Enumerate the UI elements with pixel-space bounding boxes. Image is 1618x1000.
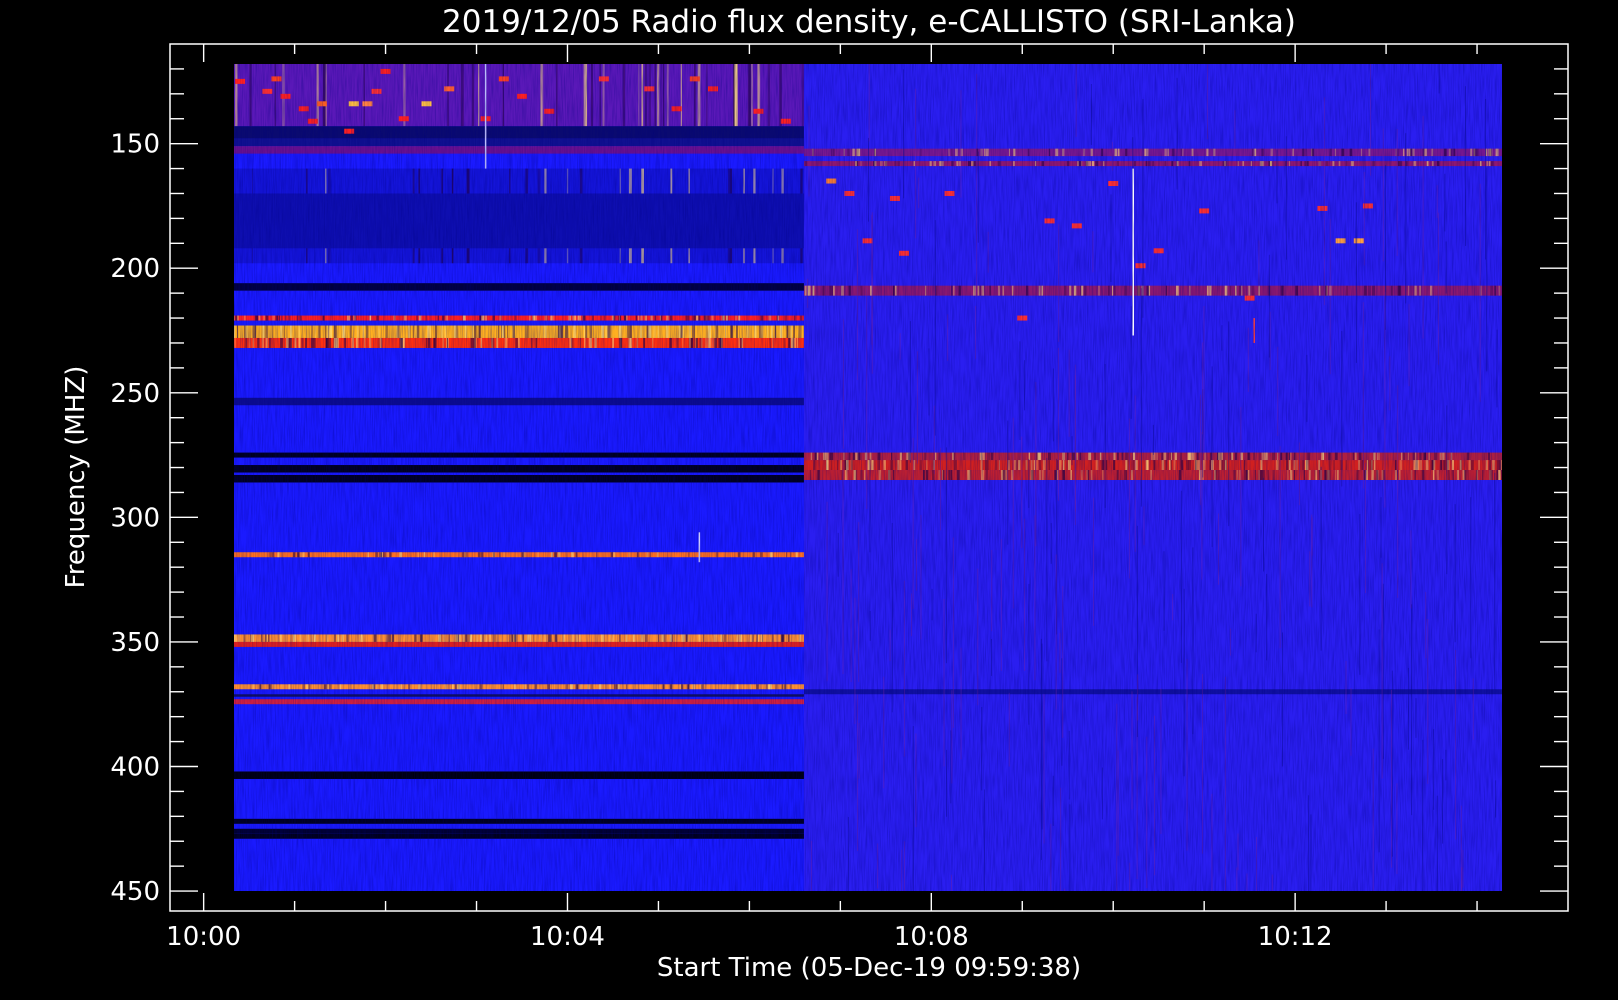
y-tick-label-5: 400 <box>110 753 160 783</box>
spectrogram-chart: 10:00 10:04 10:08 10:12 150 200 250 300 350 400 4… <box>0 0 1618 1000</box>
x-tick-label-3: 10:12 <box>1258 922 1333 952</box>
x-axis-label: Start Time (05-Dec-19 09:59:38) <box>657 953 1081 983</box>
y-tick-label-6: 450 <box>110 877 160 907</box>
x-tick-label-0: 10:00 <box>166 922 241 952</box>
x-tick-label-2: 10:08 <box>894 922 969 952</box>
y-tick-label-1: 200 <box>110 254 160 284</box>
y-tick-label-2: 250 <box>110 379 160 409</box>
y-tick-label-3: 300 <box>110 503 160 533</box>
y-tick-label-4: 350 <box>110 628 160 658</box>
y-tick-label-0: 150 <box>110 130 160 160</box>
y-axis-label: Frequency (MHZ) <box>61 366 91 589</box>
chart-title: 2019/12/05 Radio flux density, e-CALLIST… <box>442 4 1296 40</box>
heatmap-grain <box>234 64 1502 891</box>
x-tick-label-1: 10:04 <box>530 922 605 952</box>
